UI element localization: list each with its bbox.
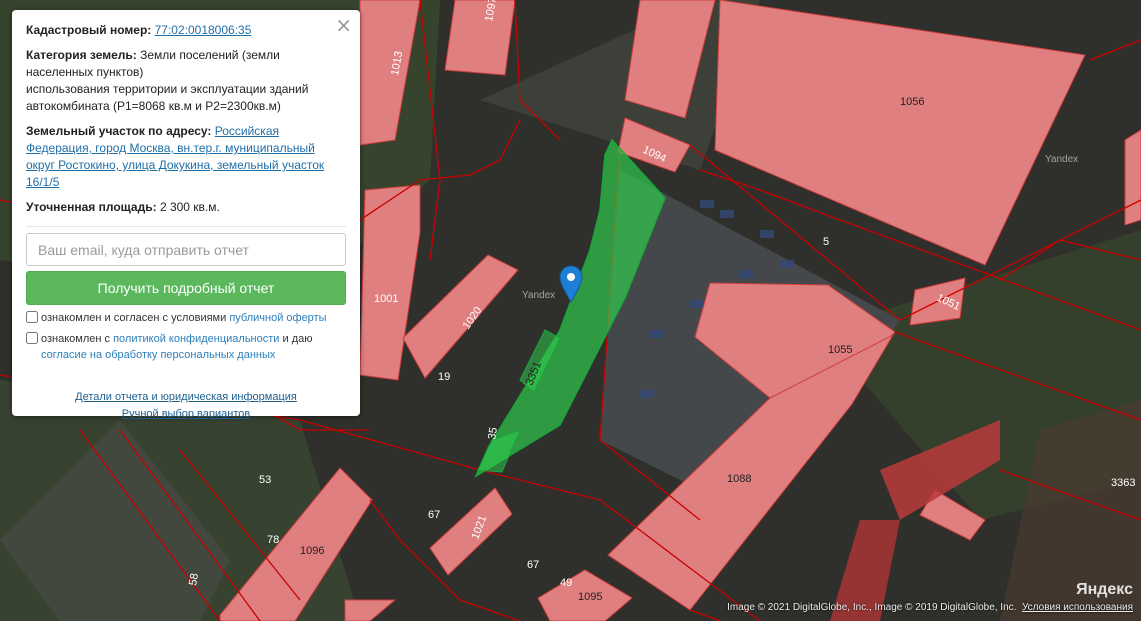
- parcel-label-1055: 1055: [828, 344, 852, 356]
- privacy-text: ознакомлен с: [41, 333, 111, 345]
- category-row: Категория земель: Земли поселений (земли…: [26, 47, 346, 115]
- area-label: Уточненная площадь:: [26, 200, 157, 214]
- privacy-policy-link[interactable]: политикой конфиденциальности: [113, 333, 279, 345]
- area-row: Уточненная площадь: 2 300 кв.м.: [26, 199, 346, 216]
- parcel-label-5: 5: [823, 236, 829, 248]
- privacy-text-2: и даю: [282, 333, 313, 345]
- parcel-label-3363: 3363: [1111, 477, 1135, 489]
- cadastral-number-link[interactable]: 77:02:0018006:35: [155, 23, 252, 37]
- manual-selection-link[interactable]: Ручной выбор вариантов: [122, 408, 250, 420]
- report-details-link[interactable]: Детали отчета и юридическая информация: [75, 391, 297, 403]
- get-report-button[interactable]: Получить подробный отчет: [26, 271, 346, 305]
- privacy-checkbox[interactable]: [26, 332, 38, 344]
- privacy-consent-label: ознакомлен с политикой конфиденциальност…: [41, 331, 346, 363]
- privacy-consent-checkbox[interactable]: ознакомлен с политикой конфиденциальност…: [26, 331, 346, 363]
- terms-link[interactable]: Условия использования: [1022, 602, 1133, 613]
- parcel-label-1056: 1056: [900, 96, 924, 108]
- footer-links: Детали отчета и юридическая информация Р…: [26, 389, 346, 423]
- parcel-label-1096: 1096: [300, 545, 324, 557]
- map-watermark: Yandex: [522, 290, 555, 301]
- parcel-label-78: 78: [267, 534, 279, 546]
- parcel-info-panel: × Кадастровый номер: 77:02:0018006:35 Ка…: [12, 10, 360, 420]
- parcel-label-53: 53: [259, 474, 271, 486]
- offer-checkbox[interactable]: [26, 311, 38, 323]
- personal-data-consent-link[interactable]: согласие на обработку персональных данны…: [41, 349, 275, 361]
- map-watermark: Yandex: [1045, 154, 1078, 165]
- public-offer-link[interactable]: публичной оферты: [229, 312, 326, 324]
- parcel-label-35: 35: [486, 426, 500, 440]
- offer-consent-label: ознакомлен и согласен с условиями публич…: [41, 310, 327, 326]
- cadastral-row: Кадастровый номер: 77:02:0018006:35: [26, 22, 346, 39]
- cadastral-label: Кадастровый номер:: [26, 23, 152, 37]
- parcel-label-1095: 1095: [578, 591, 602, 603]
- usage-value: использования территории и эксплуатации …: [26, 82, 309, 113]
- yandex-logo: Яндекс: [1076, 581, 1133, 598]
- parcel-label-1088: 1088: [727, 473, 751, 485]
- parcel-label-67b: 67: [527, 559, 539, 571]
- close-icon[interactable]: ×: [335, 14, 352, 36]
- parcel-label-49: 49: [560, 577, 572, 589]
- parcel-label-1001: 1001: [374, 293, 398, 305]
- address-row: Земельный участок по адресу: Российская …: [26, 123, 346, 191]
- address-label: Земельный участок по адресу:: [26, 124, 212, 138]
- divider: [26, 226, 346, 227]
- parcel-label-58: 58: [187, 572, 201, 586]
- parcel-label-19: 19: [438, 371, 450, 383]
- copyright-text: Image © 2021 DigitalGlobe, Inc., Image ©…: [727, 602, 1017, 613]
- email-input[interactable]: [26, 233, 346, 266]
- map-copyright: Image © 2021 DigitalGlobe, Inc., Image ©…: [727, 602, 1133, 613]
- category-label: Категория земель:: [26, 48, 137, 62]
- offer-consent-checkbox[interactable]: ознакомлен и согласен с условиями публич…: [26, 310, 346, 326]
- offer-text: ознакомлен и согласен с условиями: [41, 312, 227, 324]
- parcel-label-67a: 67: [428, 509, 440, 521]
- area-value: 2 300 кв.м.: [159, 200, 220, 214]
